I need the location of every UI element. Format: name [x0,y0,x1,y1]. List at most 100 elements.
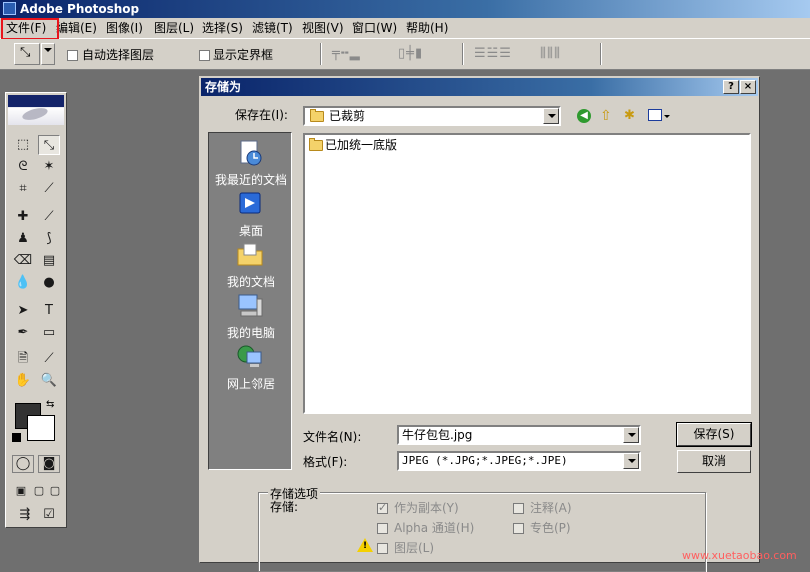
dialog-title: 存储为 [205,80,242,94]
back-icon[interactable]: ◀ [577,109,591,123]
recent-documents-icon [240,140,262,166]
save-button[interactable]: 保存(S) [676,422,752,447]
notes-tool-icon[interactable]: 🗎 [12,349,34,369]
options-separator [600,43,602,65]
path-selection-tool-icon[interactable]: ➤ [12,301,34,321]
align-top-icon[interactable]: ╤╍▂ [332,46,361,61]
save-in-value: 已裁剪 [329,109,366,123]
tool-preset-dropdown[interactable] [41,43,55,65]
file-list[interactable]: 已加统一底版 [303,133,751,414]
healing-brush-tool-icon[interactable]: ✚ [12,207,34,227]
zoom-tool-icon[interactable]: 🔍 [38,371,60,391]
new-folder-icon[interactable]: ✱ [624,108,635,123]
menu-help[interactable]: 帮助(H) [406,20,448,36]
chevron-down-icon [623,453,639,469]
eraser-tool-icon[interactable]: ⌫ [12,251,34,271]
annotations-label: 注释(A) [530,501,572,515]
as-copy-checkbox[interactable] [377,501,388,514]
close-button[interactable]: × [740,80,756,94]
quick-mask-mode-icon[interactable]: ◙ [38,455,60,473]
chevron-down-icon [44,48,52,52]
auto-select-layer-checkbox[interactable] [67,50,78,61]
align-center-icon[interactable]: ▯╪▮ [398,46,423,61]
move-tool-icon: ⤡ [20,45,31,60]
desktop-icon [239,192,261,214]
warning-mark: ! [363,541,368,551]
distribute-horizontal-icon[interactable]: ⫼⫼⫼ [540,46,561,61]
spot-colors-checkbox[interactable] [513,523,524,534]
blur-tool-icon[interactable]: 💧 [12,273,34,293]
menu-filter[interactable]: 滤镜(T) [252,20,293,36]
chevron-down-icon [623,427,639,443]
options-separator [320,43,322,65]
place-label: 我的文档 [226,275,275,289]
marquee-tool-icon[interactable]: ⬚ [12,135,34,155]
format-dropdown[interactable]: JPEG (*.JPG;*.JPEG;*.JPE) [397,451,641,471]
menu-view[interactable]: 视图(V) [302,20,344,36]
menu-select[interactable]: 选择(S) [202,20,243,36]
up-folder-icon[interactable]: ⇧ [600,108,612,124]
layers-label: 图层(L) [394,541,435,555]
jump-to-imageready-icon[interactable]: ⇶ [14,505,36,525]
help-button[interactable]: ? [723,80,739,94]
type-tool-icon[interactable]: T [38,301,60,321]
photoshop-app-icon [3,2,16,15]
auto-select-layer-label: 自动选择图层 [82,48,155,62]
file-name: 已加统一底版 [325,138,398,152]
menu-window[interactable]: 窗口(W) [352,20,397,36]
menu-layer[interactable]: 图层(L) [154,20,194,36]
format-value: JPEG (*.JPG;*.JPEG;*.JPE) [402,454,568,467]
move-tool-icon[interactable]: ⤡ [38,135,60,155]
app-title: Adobe Photoshop [20,2,140,16]
magic-wand-tool-icon[interactable]: ✶ [38,157,60,177]
dodge-tool-icon[interactable]: ● [38,273,60,293]
alpha-channels-checkbox[interactable] [377,523,388,534]
as-copy-label: 作为副本(Y) [394,501,459,515]
options-bar-end [800,39,810,69]
options-separator [462,43,464,65]
show-bounding-box-checkbox[interactable] [199,50,210,61]
pen-tool-icon[interactable]: ✒ [12,323,34,343]
distribute-vertical-icon[interactable]: ☰☱☰ [474,46,512,61]
toolbox-logo [8,95,64,125]
filename-label: 文件名(N): [303,430,362,444]
filename-input[interactable]: 牛仔包包.jpg [397,425,641,445]
menu-bar: 文件(F) 编辑(E) 图像(I) 图层(L) 选择(S) 滤镜(T) 视图(V… [0,18,810,39]
swap-colors-icon[interactable]: ⇆ [46,399,54,410]
annotations-checkbox[interactable] [513,503,524,514]
save-in-dropdown[interactable]: 已裁剪 [303,106,561,126]
gradient-tool-icon[interactable]: ▤ [38,251,60,271]
save-as-dialog: 存储为 ? × 保存在(I): 已裁剪 ◀ ⇧ ✱ 我最近的文档 桌面 我的文档… [199,76,760,572]
screen-mode-full-icon[interactable]: ▢ [44,481,66,501]
dialog-title-bar: 存储为 ? × [201,78,758,96]
slice-tool-icon[interactable]: ⟋ [38,179,60,199]
view-menu-icon[interactable] [648,109,662,121]
background-color-swatch[interactable] [27,415,55,441]
layers-checkbox[interactable] [377,543,388,554]
hand-tool-icon[interactable]: ✋ [12,371,34,391]
chevron-down-icon[interactable] [664,115,670,118]
places-bar: 我最近的文档 桌面 我的文档 我的电脑 网上邻居 [208,132,292,470]
move-tool-preset[interactable]: ⤡ [14,43,40,65]
brush-tool-icon[interactable]: ⟋ [38,207,60,227]
menu-image[interactable]: 图像(I) [106,20,143,36]
crop-tool-icon[interactable]: ⌗ [12,179,34,199]
menu-edit[interactable]: 编辑(E) [56,20,97,36]
lasso-tool-icon[interactable]: ᘓ [12,157,34,177]
shape-tool-icon[interactable]: ▭ [38,323,60,343]
standard-mode-icon[interactable]: ◯ [12,455,34,473]
place-label: 网上邻居 [226,377,275,391]
place-label: 桌面 [238,224,263,238]
default-colors-icon[interactable] [12,433,21,442]
app-title-bar: Adobe Photoshop [0,0,810,18]
clone-stamp-tool-icon[interactable]: ♟ [12,229,34,249]
history-brush-tool-icon[interactable]: ⟆ [38,229,60,249]
place-label: 我最近的文档 [214,173,287,187]
eyedropper-tool-icon[interactable]: ⟋ [38,349,60,369]
folder-icon [309,138,323,151]
folder-icon [310,109,324,122]
my-documents-icon [237,243,263,266]
list-item[interactable]: 已加统一底版 [307,137,507,153]
jump-to-imageready-check-icon[interactable]: ☑ [38,505,60,525]
cancel-button[interactable]: 取消 [677,450,751,473]
